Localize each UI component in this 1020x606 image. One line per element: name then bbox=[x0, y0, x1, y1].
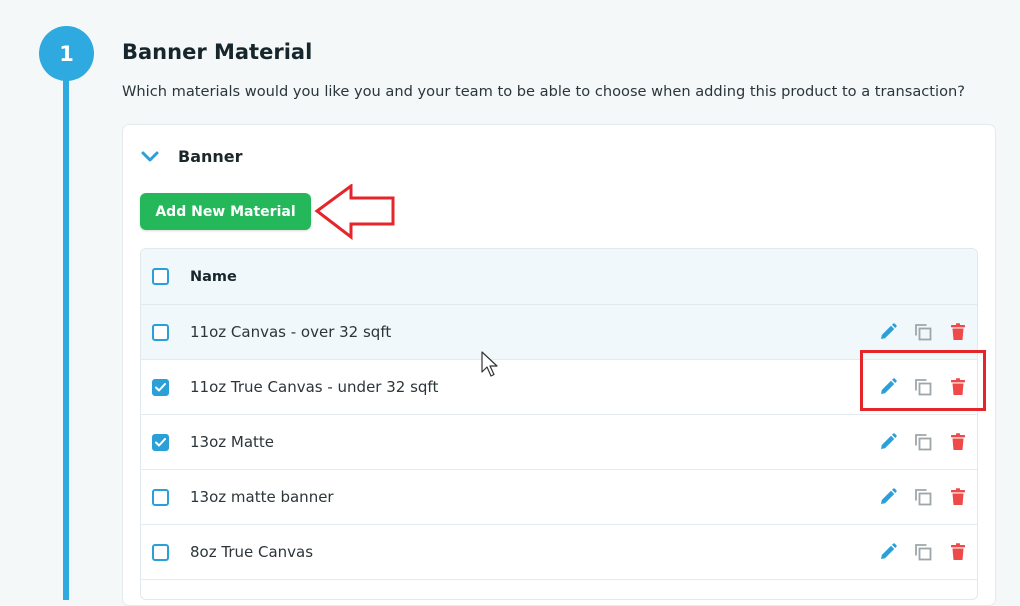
table-row[interactable]: 8oz True Canvas bbox=[141, 525, 977, 580]
table-row[interactable]: 11oz Canvas - over 32 sqft bbox=[141, 305, 977, 360]
edit-button[interactable] bbox=[877, 541, 899, 563]
delete-button[interactable] bbox=[947, 541, 969, 563]
trash-icon bbox=[951, 323, 965, 340]
copy-icon bbox=[915, 324, 932, 341]
mouse-cursor-icon bbox=[481, 351, 498, 377]
row-checkbox[interactable] bbox=[152, 323, 169, 341]
step-progress-line bbox=[63, 70, 69, 600]
annotation-highlight-box bbox=[860, 350, 986, 411]
delete-button[interactable] bbox=[947, 486, 969, 508]
trash-icon bbox=[951, 488, 965, 505]
chevron-down-icon bbox=[141, 151, 159, 162]
copy-icon bbox=[915, 489, 932, 506]
delete-button[interactable] bbox=[947, 321, 969, 343]
materials-table: Name 11oz Canvas - over 32 sqft 11oz True… bbox=[140, 248, 978, 600]
edit-button[interactable] bbox=[877, 321, 899, 343]
row-checkbox[interactable] bbox=[152, 433, 169, 451]
group-title: Banner bbox=[178, 147, 243, 166]
collapse-toggle[interactable] bbox=[139, 146, 161, 168]
pencil-icon bbox=[881, 433, 897, 449]
table-row[interactable]: 13oz Matte bbox=[141, 415, 977, 470]
pencil-icon bbox=[881, 488, 897, 504]
checkmark-icon bbox=[155, 437, 166, 446]
row-actions bbox=[864, 541, 969, 563]
material-name: 13oz Matte bbox=[190, 433, 275, 451]
trash-icon bbox=[951, 433, 965, 450]
duplicate-button[interactable] bbox=[912, 486, 934, 508]
pencil-icon bbox=[881, 323, 897, 339]
row-actions bbox=[864, 486, 969, 508]
trash-icon bbox=[951, 543, 965, 560]
table-header: Name bbox=[141, 249, 977, 305]
duplicate-button[interactable] bbox=[912, 431, 934, 453]
pencil-icon bbox=[881, 543, 897, 559]
edit-button[interactable] bbox=[877, 431, 899, 453]
edit-button[interactable] bbox=[877, 486, 899, 508]
material-name: 11oz True Canvas - under 32 sqft bbox=[190, 378, 439, 396]
copy-icon bbox=[915, 434, 932, 451]
table-row[interactable]: 11oz True Canvas - under 32 sqft bbox=[141, 360, 977, 415]
step-number-badge: 1 bbox=[39, 26, 94, 81]
add-new-material-button[interactable]: Add New Material bbox=[140, 193, 311, 230]
delete-button[interactable] bbox=[947, 431, 969, 453]
section-description: Which materials would you like you and y… bbox=[122, 83, 965, 100]
section-title: Banner Material bbox=[122, 40, 313, 64]
checkmark-icon bbox=[155, 382, 166, 391]
material-name: 8oz True Canvas bbox=[190, 543, 314, 561]
material-name: 11oz Canvas - over 32 sqft bbox=[190, 323, 392, 341]
row-actions bbox=[864, 431, 969, 453]
duplicate-button[interactable] bbox=[912, 541, 934, 563]
select-all-checkbox[interactable] bbox=[152, 268, 169, 285]
material-name: 13oz matte banner bbox=[190, 488, 334, 506]
copy-icon bbox=[915, 544, 932, 561]
arrow-left-icon bbox=[314, 184, 395, 240]
table-row[interactable]: 13oz matte banner bbox=[141, 470, 977, 525]
row-checkbox[interactable] bbox=[152, 378, 169, 396]
duplicate-button[interactable] bbox=[912, 321, 934, 343]
row-checkbox[interactable] bbox=[152, 488, 169, 506]
column-header-name: Name bbox=[190, 268, 237, 285]
row-actions bbox=[864, 321, 969, 343]
row-checkbox[interactable] bbox=[152, 543, 169, 561]
